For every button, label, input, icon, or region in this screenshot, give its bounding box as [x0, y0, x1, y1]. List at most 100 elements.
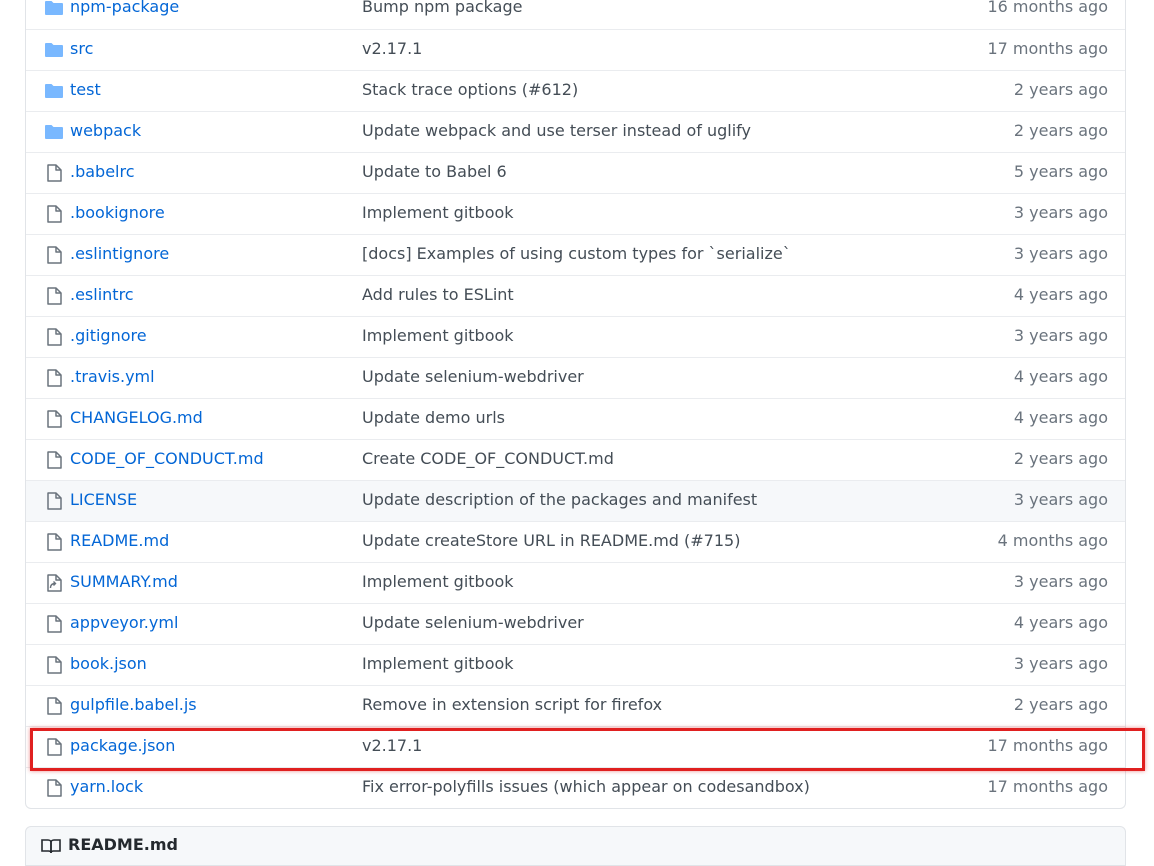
commit-message[interactable]: Fix error-polyfills issues (which appear…	[362, 777, 810, 796]
file-name-link[interactable]: .babelrc	[70, 162, 135, 181]
file-name-link[interactable]: CODE_OF_CONDUCT.md	[70, 449, 264, 468]
file-row[interactable]: CHANGELOG.md Update demo urls 4 years ago	[26, 398, 1125, 439]
file-name-link[interactable]: appveyor.yml	[70, 613, 178, 632]
file-row[interactable]: book.json Implement gitbook 3 years ago	[26, 644, 1125, 685]
commit-age: 2 years ago	[1013, 80, 1108, 99]
commit-age: 2 years ago	[1013, 449, 1108, 468]
file-name-link[interactable]: SUMMARY.md	[70, 572, 178, 591]
commit-message[interactable]: Update webpack and use terser instead of…	[362, 121, 751, 140]
file-name-link[interactable]: README.md	[70, 531, 169, 550]
file-name-link[interactable]: .gitignore	[70, 326, 147, 345]
file-name-link[interactable]: yarn.lock	[70, 777, 143, 796]
file-row[interactable]: .travis.yml Update selenium-webdriver 4 ye…	[26, 357, 1125, 398]
commit-message[interactable]: Update to Babel 6	[362, 162, 507, 181]
commit-age: 4 years ago	[1013, 408, 1108, 427]
commit-message[interactable]: Update description of the packages and m…	[362, 490, 757, 509]
file-row[interactable]: README.md Update createStore URL in READM…	[26, 521, 1125, 562]
commit-age: 4 years ago	[1013, 613, 1108, 632]
file-row[interactable]: LICENSE Update description of the package…	[26, 480, 1125, 521]
file-name-link[interactable]: .bookignore	[70, 203, 165, 222]
commit-message[interactable]: Stack trace options (#612)	[362, 80, 578, 99]
commit-message[interactable]: Implement gitbook	[362, 572, 514, 591]
file-row[interactable]: test Stack trace options (#612) 2 years ag…	[26, 70, 1125, 111]
file-name-link[interactable]: npm-package	[70, 0, 179, 16]
file-row[interactable]: CODE_OF_CONDUCT.md Create CODE_OF_CONDUCT…	[26, 439, 1125, 480]
commit-age: 4 months ago	[997, 531, 1108, 550]
file-icon	[44, 287, 64, 305]
readme-header: README.md	[25, 826, 1126, 866]
folder-icon	[44, 123, 64, 141]
file-name-link[interactable]: .travis.yml	[70, 367, 155, 386]
symlink-file-icon	[44, 574, 64, 592]
file-row[interactable]: .gitignore Implement gitbook 3 years ago	[26, 316, 1125, 357]
file-row[interactable]: SUMMARY.md Implement gitbook 3 years ago	[26, 562, 1125, 603]
file-name-link[interactable]: test	[70, 80, 101, 99]
commit-age: 3 years ago	[1013, 654, 1108, 673]
file-icon	[44, 615, 64, 633]
highlight-annotation	[30, 728, 1145, 771]
file-row[interactable]: appveyor.yml Update selenium-webdriver 4 y…	[26, 603, 1125, 644]
file-icon	[44, 492, 64, 510]
commit-message[interactable]: Bump npm package	[362, 0, 522, 16]
file-name-link[interactable]: CHANGELOG.md	[70, 408, 203, 427]
file-row[interactable]: npm-package Bump npm package 16 months ago	[26, 0, 1125, 29]
commit-message[interactable]: Update createStore URL in README.md (#71…	[362, 531, 740, 550]
file-icon	[44, 328, 64, 346]
commit-age: 2 years ago	[1013, 695, 1108, 714]
commit-message[interactable]: Add rules to ESLint	[362, 285, 514, 304]
commit-age: 3 years ago	[1013, 490, 1108, 509]
folder-icon	[44, 41, 64, 59]
commit-message[interactable]: Update selenium-webdriver	[362, 367, 584, 386]
commit-age: 3 years ago	[1013, 244, 1108, 263]
commit-age: 5 years ago	[1013, 162, 1108, 181]
commit-age: 4 years ago	[1013, 285, 1108, 304]
file-icon	[44, 246, 64, 264]
commit-age: 2 years ago	[1013, 121, 1108, 140]
commit-age: 17 months ago	[987, 777, 1108, 796]
file-icon	[44, 451, 64, 469]
commit-message[interactable]: Implement gitbook	[362, 203, 514, 222]
file-list-table: npm-package Bump npm package 16 months ago…	[25, 0, 1126, 809]
file-name-link[interactable]: LICENSE	[70, 490, 137, 509]
file-icon	[44, 779, 64, 797]
commit-message[interactable]: Remove in extension script for firefox	[362, 695, 662, 714]
folder-icon	[44, 82, 64, 100]
file-row[interactable]: gulpfile.babel.js Remove in extension scr…	[26, 685, 1125, 726]
file-icon	[44, 656, 64, 674]
file-icon	[44, 369, 64, 387]
file-row[interactable]: yarn.lock Fix error-polyfills issues (whi…	[26, 767, 1125, 808]
file-icon	[44, 697, 64, 715]
commit-age: 4 years ago	[1013, 367, 1108, 386]
commit-age: 3 years ago	[1013, 572, 1108, 591]
file-name-link[interactable]: book.json	[70, 654, 147, 673]
file-row[interactable]: .bookignore Implement gitbook 3 years ago	[26, 193, 1125, 234]
commit-message[interactable]: [docs] Examples of using custom types fo…	[362, 244, 791, 263]
file-icon	[44, 205, 64, 223]
folder-icon	[44, 0, 64, 17]
book-icon	[41, 839, 61, 854]
file-icon	[44, 410, 64, 428]
readme-title[interactable]: README.md	[68, 835, 178, 854]
commit-message[interactable]: Update demo urls	[362, 408, 505, 427]
file-row[interactable]: .eslintrc Add rules to ESLint 4 years ago	[26, 275, 1125, 316]
file-row[interactable]: src v2.17.1 17 months ago	[26, 29, 1125, 70]
file-name-link[interactable]: gulpfile.babel.js	[70, 695, 197, 714]
commit-message[interactable]: v2.17.1	[362, 39, 422, 58]
commit-age: 16 months ago	[987, 0, 1108, 16]
file-icon	[44, 533, 64, 551]
file-row[interactable]: .babelrc Update to Babel 6 5 years ago	[26, 152, 1125, 193]
file-icon	[44, 164, 64, 182]
file-row[interactable]: webpack Update webpack and use terser ins…	[26, 111, 1125, 152]
commit-message[interactable]: Implement gitbook	[362, 654, 514, 673]
commit-age: 3 years ago	[1013, 326, 1108, 345]
file-row[interactable]: .eslintignore [docs] Examples of using cu…	[26, 234, 1125, 275]
commit-message[interactable]: Create CODE_OF_CONDUCT.md	[362, 449, 614, 468]
commit-age: 3 years ago	[1013, 203, 1108, 222]
file-name-link[interactable]: .eslintrc	[70, 285, 134, 304]
commit-message[interactable]: Update selenium-webdriver	[362, 613, 584, 632]
file-name-link[interactable]: webpack	[70, 121, 141, 140]
file-name-link[interactable]: .eslintignore	[70, 244, 169, 263]
commit-age: 17 months ago	[987, 39, 1108, 58]
commit-message[interactable]: Implement gitbook	[362, 326, 514, 345]
file-name-link[interactable]: src	[70, 39, 93, 58]
